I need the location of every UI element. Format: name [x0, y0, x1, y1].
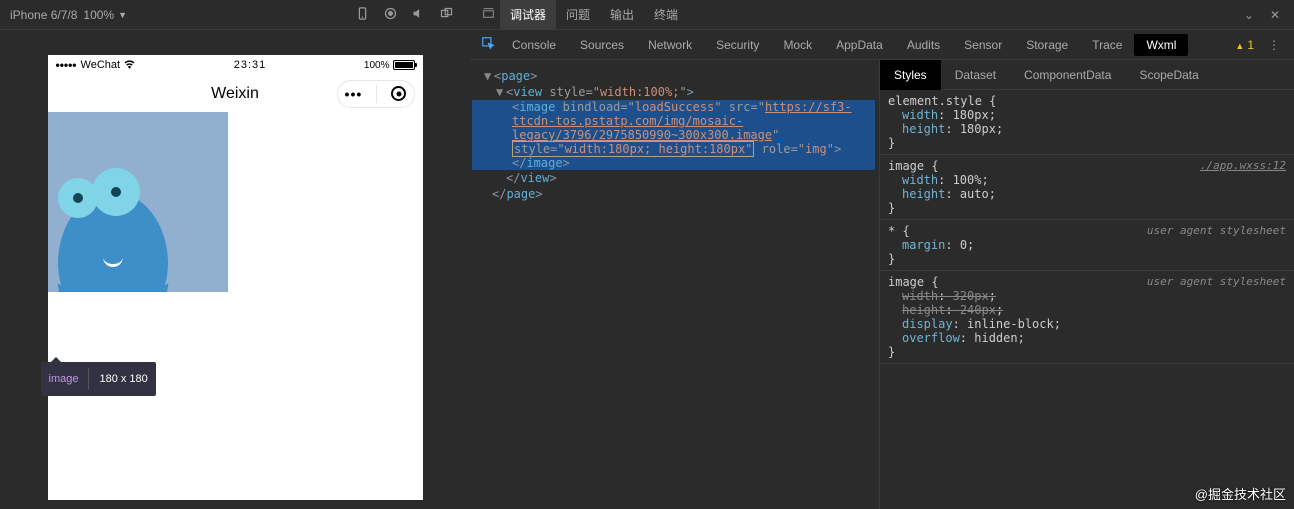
- css-declaration[interactable]: width: 180px;: [888, 108, 1286, 122]
- subtab-sensor[interactable]: Sensor: [952, 38, 1014, 52]
- carrier-label: WeChat: [81, 59, 121, 71]
- css-declaration[interactable]: height: 180px;: [888, 122, 1286, 136]
- stab-dataset[interactable]: Dataset: [941, 60, 1010, 90]
- css-rule[interactable]: user agent stylesheet* {margin: 0;}: [880, 220, 1294, 271]
- element-tooltip: image 180 x 180: [41, 362, 156, 396]
- stab-styles[interactable]: Styles: [880, 60, 941, 90]
- rule-origin: user agent stylesheet: [1147, 275, 1286, 288]
- page-title: Weixin: [134, 85, 337, 103]
- tab-terminal[interactable]: 终端: [644, 0, 688, 30]
- devtools-sub-tabs: Console Sources Network Security Mock Ap…: [470, 30, 1294, 60]
- rule-origin[interactable]: ./app.wxss:12: [1200, 159, 1286, 172]
- phone-navbar: Weixin •••: [48, 75, 423, 112]
- popout-icon[interactable]: [432, 6, 460, 24]
- subtab-audits[interactable]: Audits: [895, 38, 952, 52]
- chevron-down-icon: ▼: [118, 10, 127, 20]
- stab-componentdata[interactable]: ComponentData: [1010, 60, 1125, 90]
- dom-tree[interactable]: ▼<page> ▼<view style="width:100%;"> <ima…: [470, 60, 880, 509]
- zoom-selector[interactable]: 100%: [83, 8, 114, 22]
- tab-output[interactable]: 输出: [600, 0, 644, 30]
- styles-tabs: Styles Dataset ComponentData ScopeData: [880, 60, 1294, 90]
- clock-label: 23:31: [136, 59, 364, 71]
- stab-scopedata[interactable]: ScopeData: [1125, 60, 1212, 90]
- subtab-appdata[interactable]: AppData: [824, 38, 895, 52]
- simulator-canvas: ••••• WeChat 23:31 100% Weixin •••: [0, 30, 470, 509]
- wifi-icon: [123, 59, 136, 72]
- css-declaration[interactable]: width: 320px;: [888, 289, 1286, 303]
- subtab-network[interactable]: Network: [636, 38, 704, 52]
- close-icon[interactable]: [391, 86, 406, 101]
- subtab-storage[interactable]: Storage: [1014, 38, 1080, 52]
- chevron-down-icon[interactable]: ⌄: [1236, 8, 1262, 22]
- subtab-wxml[interactable]: Wxml: [1134, 34, 1188, 56]
- image-element[interactable]: [48, 112, 228, 292]
- mute-icon[interactable]: [404, 6, 432, 24]
- warning-badge[interactable]: 1: [1229, 38, 1260, 52]
- subtab-mock[interactable]: Mock: [771, 38, 824, 52]
- device-icon[interactable]: [348, 6, 376, 24]
- css-declaration[interactable]: height: auto;: [888, 187, 1286, 201]
- capsule-button[interactable]: •••: [337, 80, 415, 108]
- subtab-sources[interactable]: Sources: [568, 38, 636, 52]
- css-declaration[interactable]: height: 240px;: [888, 303, 1286, 317]
- subtab-console[interactable]: Console: [500, 38, 568, 52]
- css-declaration[interactable]: margin: 0;: [888, 238, 1286, 252]
- tooltip-tagname: image: [49, 374, 79, 385]
- battery-icon: [393, 60, 415, 70]
- css-declaration[interactable]: width: 100%;: [888, 173, 1286, 187]
- tab-problems[interactable]: 问题: [556, 0, 600, 30]
- menu-icon[interactable]: •••: [345, 86, 363, 102]
- subtab-trace[interactable]: Trace: [1080, 38, 1134, 52]
- css-rule[interactable]: element.style {width: 180px;height: 180p…: [880, 90, 1294, 155]
- css-declaration[interactable]: overflow: hidden;: [888, 331, 1286, 345]
- css-declaration[interactable]: display: inline-block;: [888, 317, 1286, 331]
- phone-frame: ••••• WeChat 23:31 100% Weixin •••: [48, 55, 423, 500]
- subtab-security[interactable]: Security: [704, 38, 771, 52]
- watermark-label: @掘金技术社区: [1195, 484, 1286, 503]
- signal-icon: •••••: [56, 58, 77, 72]
- more-icon[interactable]: ⋮: [1260, 38, 1288, 52]
- battery-percent: 100%: [364, 60, 390, 71]
- tooltip-dimensions: 180 x 180: [99, 373, 147, 385]
- css-rule[interactable]: user agent stylesheetimage {width: 320px…: [880, 271, 1294, 364]
- close-icon[interactable]: ✕: [1262, 8, 1288, 22]
- element-picker-icon[interactable]: [476, 36, 500, 53]
- devtools-top-tabs: 调试器 问题 输出 终端 ⌄ ✕: [470, 0, 1294, 30]
- rule-origin: user agent stylesheet: [1147, 224, 1286, 237]
- css-rule[interactable]: ./app.wxss:12image {width: 100%;height: …: [880, 155, 1294, 220]
- tab-debugger[interactable]: 调试器: [500, 0, 556, 30]
- styles-body[interactable]: element.style {width: 180px;height: 180p…: [880, 90, 1294, 509]
- dom-selected-node[interactable]: <image bindload="loadSuccess" src="https…: [472, 100, 875, 170]
- device-selector[interactable]: iPhone 6/7/8: [10, 8, 77, 22]
- dock-icon[interactable]: [476, 7, 500, 23]
- phone-statusbar: ••••• WeChat 23:31 100%: [48, 55, 423, 75]
- record-icon[interactable]: [376, 6, 404, 24]
- simulator-toolbar: iPhone 6/7/8 100% ▼: [0, 0, 470, 30]
